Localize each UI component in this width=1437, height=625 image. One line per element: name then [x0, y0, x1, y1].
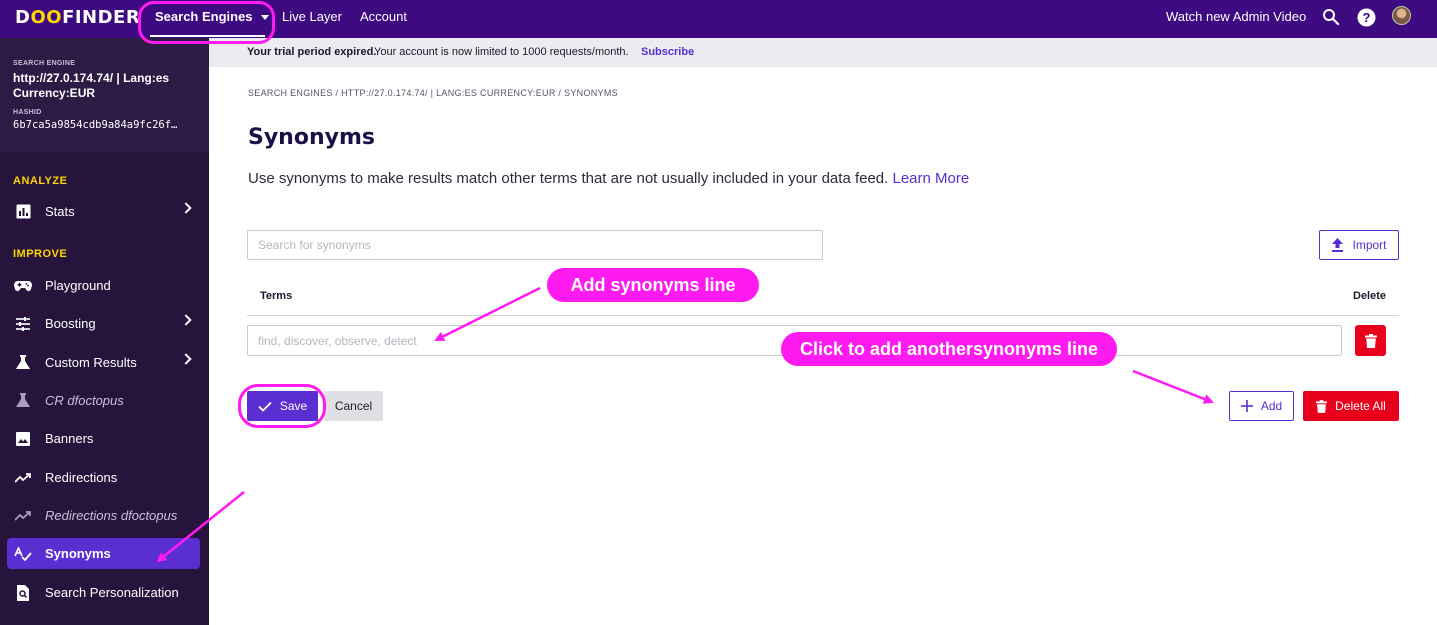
search-synonyms-input[interactable]: [247, 230, 823, 260]
sidebar-item-label: Playground: [45, 278, 111, 293]
nav-search-engines-label: Search Engines: [155, 9, 253, 24]
flask-icon: [14, 392, 32, 410]
caret-down-icon: [260, 15, 269, 21]
add-synonym-line-button[interactable]: Add: [1229, 391, 1294, 421]
chevron-right-icon: [180, 314, 192, 326]
sidebar-item-label: Banners: [45, 431, 94, 446]
column-header-terms: Terms: [260, 290, 293, 302]
sliders-icon: [14, 315, 32, 333]
table-header-divider: [247, 315, 1399, 316]
callout-add-another-line: Click to add anothersynonyms line: [781, 332, 1117, 366]
upload-icon: [1332, 238, 1344, 252]
active-nav-underline: [150, 35, 265, 37]
nav-live-layer[interactable]: Live Layer: [282, 9, 342, 24]
sidebar-item-redirections[interactable]: Redirections: [7, 462, 200, 493]
save-button-label: Save: [279, 399, 308, 413]
trial-banner-bold: Your trial period expired.: [247, 46, 377, 58]
add-button-label: Add: [1260, 399, 1283, 413]
stats-icon: [14, 203, 32, 221]
sidebar-item-synonyms[interactable]: Synonyms: [7, 538, 200, 569]
sidebar-item-label: Custom Results: [45, 355, 137, 370]
chevron-right-icon: [180, 353, 192, 365]
subscribe-link[interactable]: Subscribe: [641, 46, 694, 58]
nav-account[interactable]: Account: [360, 9, 407, 24]
nav-search-engines[interactable]: Search Engines: [155, 9, 269, 24]
sidebar-item-label: Boosting: [45, 316, 96, 331]
delete-all-button[interactable]: Delete All: [1303, 391, 1399, 421]
sidebar-item-custom-results[interactable]: Custom Results: [7, 347, 200, 378]
search-engine-info: SEARCH ENGINE http://27.0.174.74/ | Lang…: [0, 38, 209, 152]
svg-text:?: ?: [1363, 10, 1371, 25]
sidebar-item-label: Stats: [45, 204, 75, 219]
sidebar-item-label: CR dfoctopus: [45, 393, 124, 408]
search-icon[interactable]: [1322, 8, 1342, 28]
trending-icon: [14, 469, 32, 487]
delete-row-button[interactable]: [1355, 325, 1386, 356]
chevron-right-icon: [180, 202, 192, 214]
sidebar-item-playground[interactable]: Playground: [7, 270, 200, 301]
hashid-label: HASHID: [13, 109, 42, 116]
trial-banner-end: .: [691, 46, 695, 58]
sidebar-item-search-personalization[interactable]: Search Personalization: [7, 577, 200, 608]
trending-icon: [14, 507, 32, 525]
sidebar-item-banners[interactable]: Banners: [7, 423, 200, 454]
gamepad-icon: [14, 277, 32, 295]
search-engine-name[interactable]: http://27.0.174.74/ | Lang:es Currency:E…: [13, 71, 203, 101]
logo-text-oo: OO: [30, 7, 63, 28]
import-button-label: Import: [1352, 238, 1387, 252]
avatar[interactable]: [1392, 6, 1411, 25]
spellcheck-icon: [14, 545, 32, 563]
watch-admin-video-link[interactable]: Watch new Admin Video: [1166, 9, 1306, 24]
sidebar-item-cr-dfoctopus[interactable]: CR dfoctopus: [7, 385, 200, 416]
image-icon: [14, 430, 32, 448]
section-analyze: ANALYZE: [13, 175, 68, 187]
sidebar-item-redirections-dfoctopus[interactable]: Redirections dfoctopus: [7, 500, 200, 531]
breadcrumb: SEARCH ENGINES / HTTP://27.0.174.74/ | L…: [248, 88, 618, 98]
section-improve: IMPROVE: [13, 248, 68, 260]
personalization-icon: [14, 584, 32, 602]
hashid-value: 6b7ca5a9854cdb9a84a9fc26f…: [13, 119, 178, 131]
cancel-button[interactable]: Cancel: [324, 391, 383, 421]
logo-text-end: FINDER: [62, 7, 141, 28]
help-icon[interactable]: ?: [1357, 8, 1377, 28]
logo-text-start: D: [15, 7, 31, 28]
sidebar-item-boosting[interactable]: Boosting: [7, 308, 200, 339]
page-description-text: Use synonyms to make results match other…: [248, 170, 889, 187]
check-icon: [258, 401, 272, 412]
learn-more-link[interactable]: Learn More: [892, 170, 969, 187]
page-title: Synonyms: [248, 125, 375, 150]
callout-add-synonyms-line: Add synonyms line: [547, 268, 759, 302]
flask-icon: [14, 354, 32, 372]
sidebar: SEARCH ENGINE http://27.0.174.74/ | Lang…: [0, 38, 209, 625]
sidebar-item-label: Synonyms: [45, 546, 111, 561]
page-description: Use synonyms to make results match other…: [248, 170, 969, 187]
trash-icon: [1316, 399, 1328, 413]
column-header-delete: Delete: [1353, 290, 1387, 302]
save-button[interactable]: Save: [247, 391, 318, 421]
doofinder-logo[interactable]: DOOFINDER: [15, 7, 140, 28]
sidebar-item-label: Redirections: [45, 470, 118, 485]
trial-expired-banner: Your trial period expired. Your account …: [209, 38, 1437, 67]
delete-all-button-label: Delete All: [1335, 399, 1386, 413]
trial-banner-text: Your account is now limited to 1000 requ…: [374, 46, 629, 58]
annotation-arrows: [156, 286, 1214, 563]
sidebar-item-label: Search Personalization: [45, 585, 179, 600]
arrow-to-add-button: [1132, 369, 1214, 404]
sidebar-item-stats[interactable]: Stats: [7, 196, 200, 227]
top-navigation-bar: DOOFINDER Search Engines Live Layer Acco…: [0, 0, 1437, 38]
import-button[interactable]: Import: [1319, 230, 1399, 260]
plus-icon: [1240, 400, 1253, 412]
sidebar-item-label: Redirections dfoctopus: [45, 508, 178, 523]
search-engine-label: SEARCH ENGINE: [13, 60, 76, 67]
trash-icon: [1364, 333, 1377, 348]
